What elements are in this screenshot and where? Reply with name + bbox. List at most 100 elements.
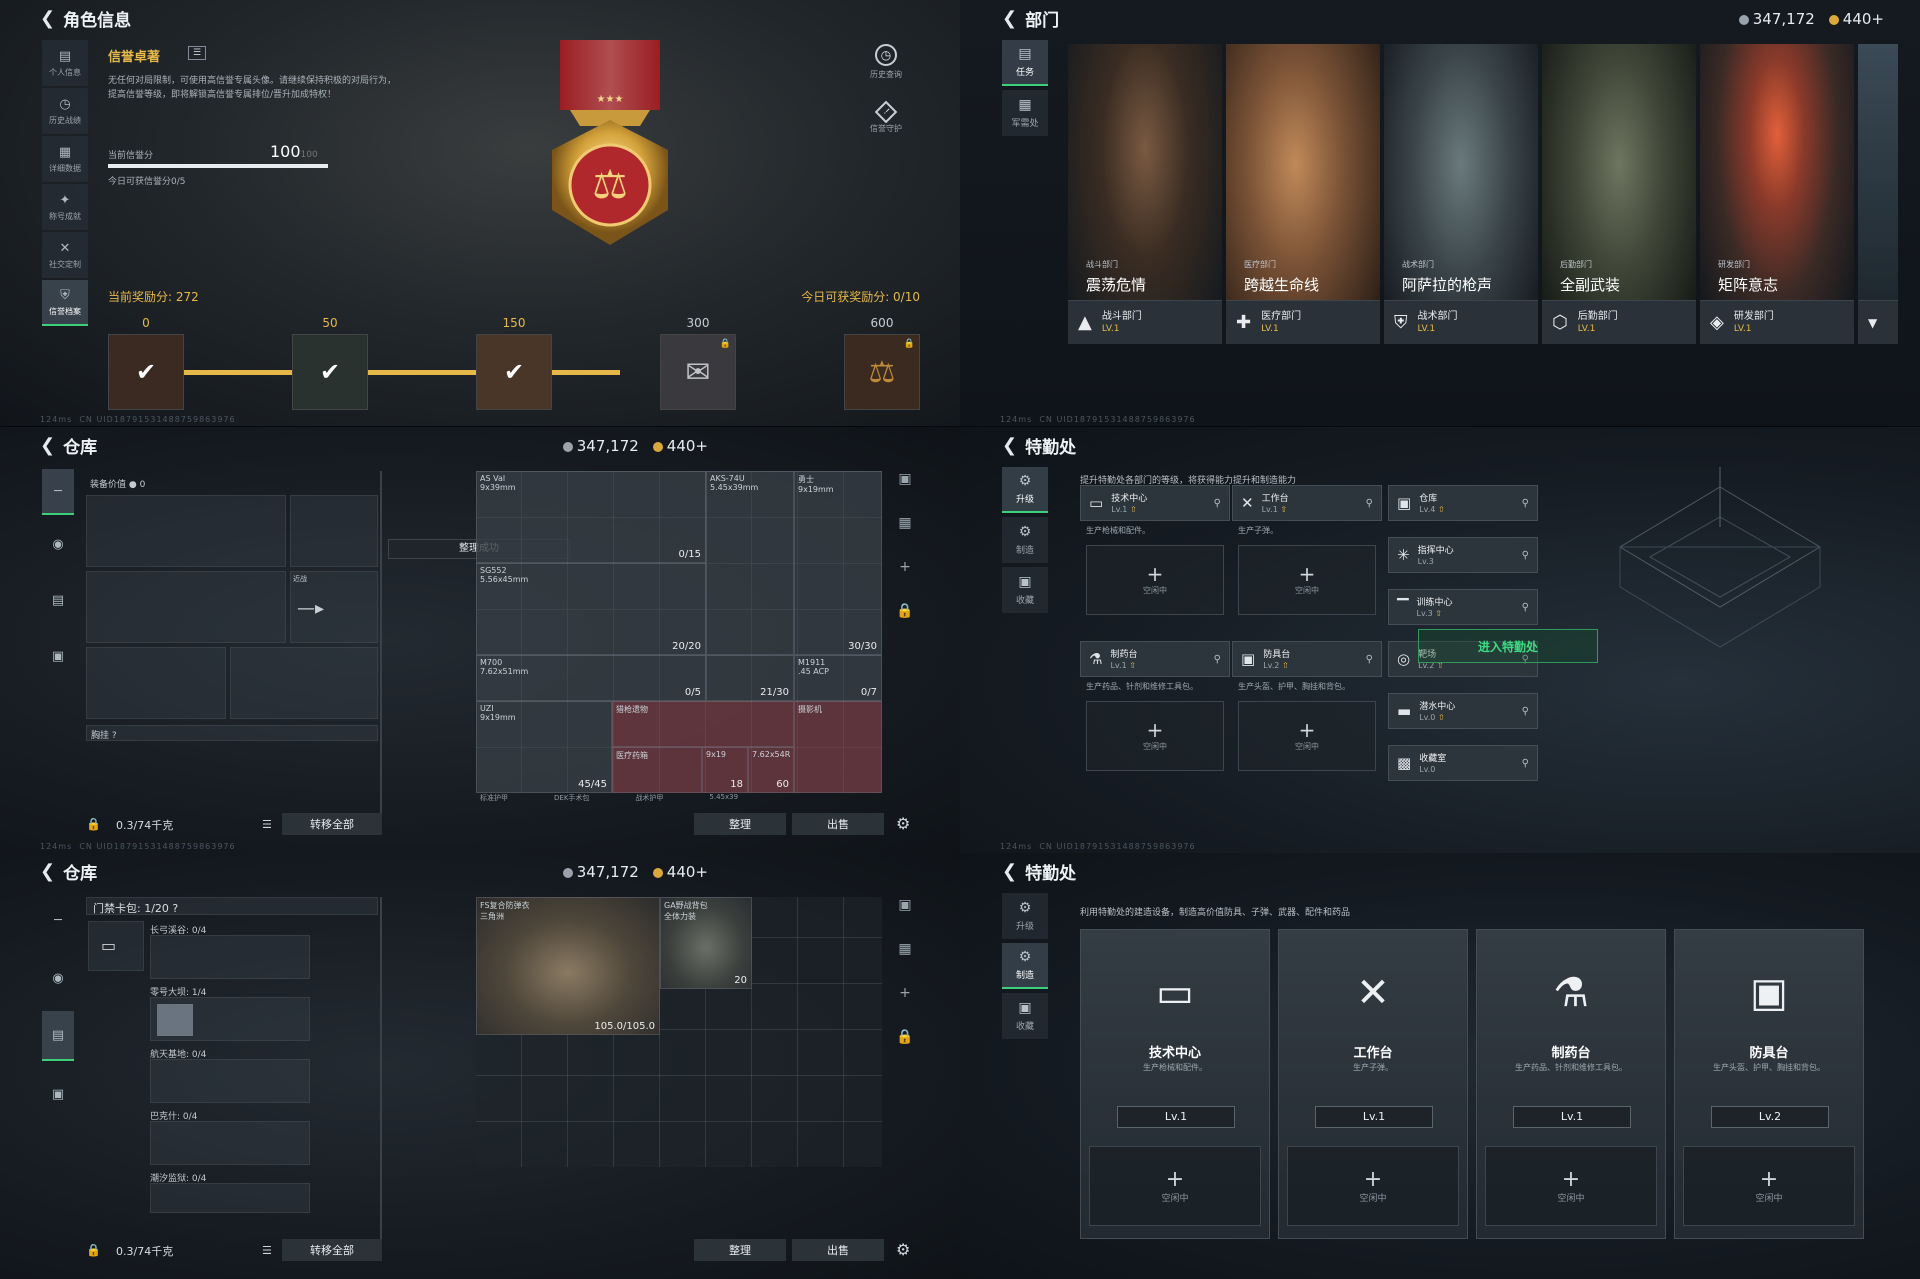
department-card[interactable]: 医疗部门 跨越生命线 ✚ 医疗部门 LV.1 — [1226, 44, 1380, 344]
facility-dive-center[interactable]: ▬ 潜水中心 Lv.0 ⇧ ⚲ — [1388, 693, 1538, 729]
stash-item[interactable]: 摄影机 — [794, 701, 882, 793]
idle-slot[interactable]: + 空闲中 — [1287, 1146, 1459, 1226]
tab-collection[interactable]: ▣ 收藏 — [1002, 567, 1048, 613]
stash-item[interactable]: 7.62x54R 60 — [748, 747, 794, 793]
keycard-slot[interactable] — [150, 1121, 310, 1165]
department-card-partial[interactable]: ▼ — [1858, 44, 1898, 344]
stash-grid[interactable]: AS Val 9x39mm 0/15 AKS-74U 5.45x39mm 勇士 9x19… — [476, 471, 882, 793]
stash-tab-icon[interactable]: ▦ — [898, 515, 911, 531]
stash-grid[interactable]: FS复合防弹衣 三角洲 105.0/105.0 GA野战背包 全体力装 20 — [476, 897, 882, 1167]
transfer-all-button[interactable]: 转移全部 — [282, 813, 382, 835]
nav-social[interactable]: ✕ 社交定制 — [42, 232, 88, 278]
search-icon[interactable]: ⚲ — [1522, 498, 1529, 509]
facility-command[interactable]: ✳ 指挥中心 Lv.3 ⚲ — [1388, 537, 1538, 573]
facility-collection[interactable]: ▩ 收藏室 Lv.0 ⚲ — [1388, 745, 1538, 781]
idle-slot[interactable]: + 空闲中 — [1238, 701, 1376, 771]
search-icon[interactable]: ⚲ — [1522, 706, 1529, 717]
facility-workbench[interactable]: ✕ 工作台 Lv.1 ⇧ ⚲ — [1232, 485, 1382, 521]
nav-achievement[interactable]: ✦ 称号成就 — [42, 184, 88, 230]
back-icon[interactable]: ❮ — [1002, 8, 1017, 29]
lock-icon[interactable]: 🔒 — [896, 1029, 913, 1045]
back-icon[interactable]: ❮ — [1002, 861, 1017, 882]
list-icon[interactable]: ☰ — [262, 1244, 272, 1257]
nav-personal-info[interactable]: ▤ 个人信息 — [42, 40, 88, 86]
sell-button[interactable]: 出售 — [792, 1239, 884, 1261]
milestone-reward[interactable]: ✔ — [476, 334, 552, 410]
gear-icon[interactable]: ⚙ — [896, 814, 910, 833]
facility-warehouse[interactable]: ▣ 仓库 Lv.4 ⇧ ⚲ — [1388, 485, 1538, 521]
sort-button[interactable]: 整理 — [694, 813, 786, 835]
department-card[interactable]: 后勤部门 全副武装 ⬡ 后勤部门 LV.1 — [1542, 44, 1696, 344]
nav-detail-data[interactable]: ▦ 详细数据 — [42, 136, 88, 182]
stash-tab-icon[interactable]: ▦ — [898, 941, 911, 957]
stash-item[interactable]: 猎枪遗物 — [612, 701, 794, 747]
search-icon[interactable]: ⚲ — [1522, 602, 1529, 613]
facility-tech-center[interactable]: ▭ 技术中心 Lv.1 ⇧ ⚲ — [1080, 485, 1230, 521]
stash-item[interactable]: 9x19 18 — [702, 747, 748, 793]
stash-item[interactable]: FS复合防弹衣 三角洲 105.0/105.0 — [476, 897, 660, 1035]
sell-button[interactable]: 出售 — [792, 813, 884, 835]
gear-icon[interactable]: ⚙ — [896, 1240, 910, 1259]
stash-item[interactable]: AKS-74U 5.45x39mm — [706, 471, 794, 655]
add-tab-icon[interactable]: + — [899, 985, 911, 1001]
facility-training[interactable]: ▔ 训练中心 Lv.3 ⇧ ⚲ — [1388, 589, 1538, 625]
department-card[interactable]: 战术部门 阿萨拉的枪声 ⛨ 战术部门 LV.1 — [1384, 44, 1538, 344]
lock-icon[interactable]: 🔒 — [896, 603, 913, 619]
facility-armor-bench[interactable]: ▣ 防具台 Lv.2 ⇧ ⚲ — [1232, 641, 1382, 677]
back-icon[interactable]: ❮ — [40, 861, 55, 882]
idle-slot[interactable]: + 空闲中 — [1683, 1146, 1855, 1226]
tab-tasks[interactable]: ▤ 任务 — [1002, 40, 1048, 86]
keycard-item[interactable] — [157, 1004, 193, 1036]
keycard-slot[interactable] — [150, 1183, 310, 1213]
sort-button[interactable]: 整理 — [694, 1239, 786, 1261]
search-icon[interactable]: ⚲ — [1522, 758, 1529, 769]
search-icon[interactable]: ⚲ — [1522, 550, 1529, 561]
stash-item[interactable]: M700 7.62x51mm 0/5 — [476, 655, 706, 701]
nav-armor[interactable]: ▤ — [42, 573, 74, 627]
stash-item[interactable]: AS Val 9x39mm 0/15 — [476, 471, 706, 563]
keycard-slot[interactable] — [150, 1059, 310, 1103]
armor-slot[interactable] — [230, 647, 378, 719]
back-icon[interactable]: ❮ — [40, 435, 55, 456]
idle-slot[interactable]: + 空闲中 — [1485, 1146, 1657, 1226]
pistol-slot[interactable] — [290, 495, 378, 567]
stash-item[interactable]: M1911.45 ACP 0/7 — [794, 655, 882, 701]
nav-weapons[interactable]: ─ — [42, 469, 74, 515]
idle-slot[interactable]: + 空闲中 — [1086, 701, 1224, 771]
search-icon[interactable]: ⚲ — [1214, 654, 1221, 665]
add-tab-icon[interactable]: + — [899, 559, 911, 575]
milestone-reward[interactable]: ✉ 🔒 — [660, 334, 736, 410]
stash-tab-icon[interactable]: ▣ — [898, 897, 911, 913]
milestone-reward[interactable]: ✔ — [108, 334, 184, 410]
secondary-weapon-slot[interactable] — [86, 571, 286, 643]
facility-pharmacy[interactable]: ⚗ 制药台 Lv.1 ⇧ ⚲ — [1080, 641, 1230, 677]
craft-card-tech-center[interactable]: ▭ 技术中心 生产枪械和配件。 Lv.1 + 空闲中 — [1080, 929, 1270, 1239]
idle-slot[interactable]: + 空闲中 — [1086, 545, 1224, 615]
department-card[interactable]: 研发部门 矩阵意志 ◈ 研发部门 LV.1 — [1700, 44, 1854, 344]
idle-slot[interactable]: + 空闲中 — [1089, 1146, 1261, 1226]
nav-history[interactable]: ◷ 历史战绩 — [42, 88, 88, 134]
stash-item[interactable]: UZI 9x19mm 45/45 — [476, 701, 612, 793]
helmet-slot[interactable] — [86, 647, 226, 719]
list-icon[interactable]: ☰ — [188, 46, 206, 60]
search-icon[interactable]: ⚲ — [1214, 498, 1221, 509]
keycard-slot[interactable] — [150, 935, 310, 979]
craft-card-armor-bench[interactable]: ▣ 防具台 生产头盔、护甲、胸挂和背包。 Lv.2 + 空闲中 — [1674, 929, 1864, 1239]
idle-slot[interactable]: + 空闲中 — [1238, 545, 1376, 615]
stash-item[interactable]: 医疗药箱 — [612, 747, 702, 793]
tab-collection[interactable]: ▣ 收藏 — [1002, 993, 1048, 1039]
tab-craft[interactable]: ⚙ 制造 — [1002, 517, 1048, 563]
nav-bag[interactable]: ▣ — [42, 629, 74, 683]
milestone-reward[interactable]: ✔ — [292, 334, 368, 410]
stash-item[interactable]: GA野战背包 全体力装 20 — [660, 897, 752, 989]
department-card[interactable]: 战斗部门 震荡危情 ▲ 战斗部门 LV.1 — [1068, 44, 1222, 344]
melee-slot[interactable]: 近战 —▸ — [290, 571, 378, 643]
search-icon[interactable]: ⚲ — [1366, 654, 1373, 665]
chest-rig-slot[interactable]: 胸挂 ? — [86, 725, 378, 741]
enter-special-ops-button[interactable]: 进入特勤处 — [1418, 629, 1598, 663]
lock-icon[interactable]: 🔒 — [86, 1243, 101, 1257]
back-icon[interactable]: ❮ — [40, 8, 55, 29]
stash-tab-icon[interactable]: ▣ — [898, 471, 911, 487]
nav-helmet[interactable]: ◉ — [42, 953, 74, 1003]
craft-card-workbench[interactable]: ✕ 工作台 生产子弹。 Lv.1 + 空闲中 — [1278, 929, 1468, 1239]
